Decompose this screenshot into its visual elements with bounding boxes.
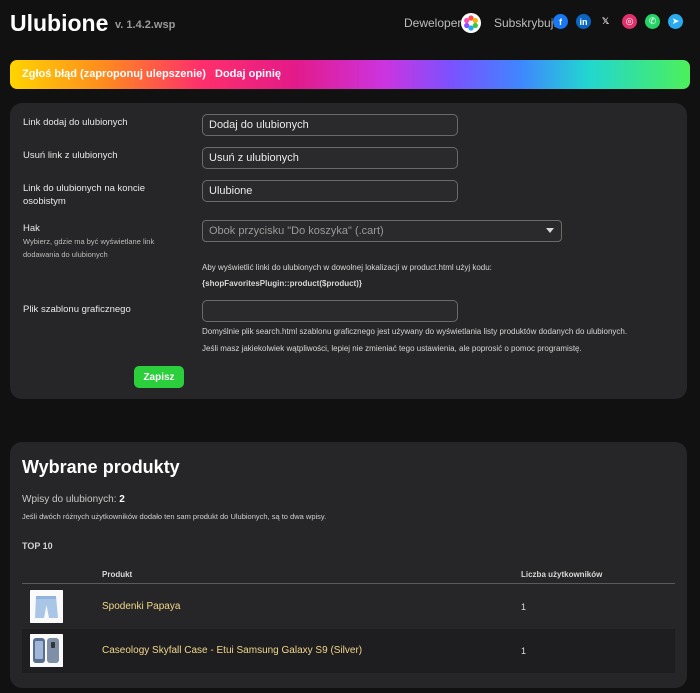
product-thumbnail[interactable] [30, 590, 63, 623]
table-row: Spodenki Papaya 1 [22, 585, 675, 629]
x-icon[interactable]: 𝕏 [598, 14, 613, 29]
entries-label: Wpisy do ulubionych: [22, 494, 117, 505]
entries-count: 2 [119, 494, 125, 505]
feedback-banner: Zgłoś błąd (zaproponuj ulepszenie) Dodaj… [10, 60, 690, 89]
hook-note: Aby wyświetlić linki do ulubionych w dow… [202, 263, 492, 272]
add-link-label: Link dodaj do ulubionych [23, 117, 128, 128]
report-bug-link[interactable]: Zgłoś błąd (zaproponuj ulepszenie) [22, 68, 206, 80]
remove-link-label: Usuń link z ulubionych [23, 150, 118, 161]
product-user-count: 1 [521, 602, 527, 612]
developer-logo-icon[interactable] [461, 13, 481, 33]
template-label: Plik szablonu graficznego [23, 304, 131, 315]
hook-select[interactable]: Obok przycisku "Do koszyka" (.cart) [202, 220, 562, 242]
add-link-input[interactable] [202, 114, 458, 136]
table-row: Caseology Skyfall Case - Etui Samsung Ga… [22, 629, 675, 673]
linkedin-icon[interactable]: in [576, 14, 591, 29]
products-heading: Wybrane produkty [22, 457, 180, 477]
chevron-down-icon [546, 228, 554, 233]
telegram-icon[interactable]: ➤ [668, 14, 683, 29]
hook-selected-value: Obok przycisku "Do koszyka" (.cart) [209, 225, 384, 237]
app-header: Ulubione v. 1.4.2.wsp Deweloper: Subskry… [0, 0, 700, 50]
hook-label: Hak [23, 223, 40, 234]
entries-stat: Wpisy do ulubionych: 2 [22, 494, 125, 505]
whatsapp-icon[interactable]: ✆ [645, 14, 660, 29]
remove-link-input[interactable] [202, 147, 458, 169]
product-name-link[interactable]: Spodenki Papaya [102, 601, 180, 612]
product-thumbnail[interactable] [30, 634, 63, 667]
developer-label: Deweloper: [404, 16, 465, 30]
template-note-2: Jeśli masz jakiekolwiek wątpliwości, lep… [202, 344, 582, 353]
subscribe-label: Subskrybuj: [494, 16, 557, 30]
hook-code: {shopFavoritesPlugin::product($product)} [202, 279, 362, 288]
template-input[interactable] [202, 300, 458, 322]
entries-description: Jeśli dwóch różnych użytkowników dodało … [22, 512, 327, 521]
instagram-icon[interactable]: ◎ [622, 14, 637, 29]
hook-hint: Wybierz, gdzie ma być wyświetlane link d… [23, 237, 155, 259]
table-header-divider [22, 583, 675, 584]
settings-form: Link dodaj do ulubionych Usuń link z ulu… [10, 103, 687, 399]
account-link-input[interactable] [202, 180, 458, 202]
product-user-count: 1 [521, 646, 527, 656]
app-title: Ulubione [10, 10, 109, 36]
template-note-1: Domyślnie plik search.html szablonu graf… [202, 327, 628, 336]
facebook-icon[interactable]: f [553, 14, 568, 29]
app-version: v. 1.4.2.wsp [115, 19, 176, 31]
top-label: TOP 10 [22, 541, 53, 551]
column-header-users: Liczba użytkowników [521, 570, 603, 579]
add-review-link[interactable]: Dodaj opinię [215, 68, 281, 80]
account-link-label: Link do ulubionych na koncie osobistym [23, 183, 146, 207]
column-header-product: Produkt [102, 570, 133, 579]
save-button[interactable]: Zapisz [134, 366, 184, 388]
product-name-link[interactable]: Caseology Skyfall Case - Etui Samsung Ga… [102, 645, 362, 656]
